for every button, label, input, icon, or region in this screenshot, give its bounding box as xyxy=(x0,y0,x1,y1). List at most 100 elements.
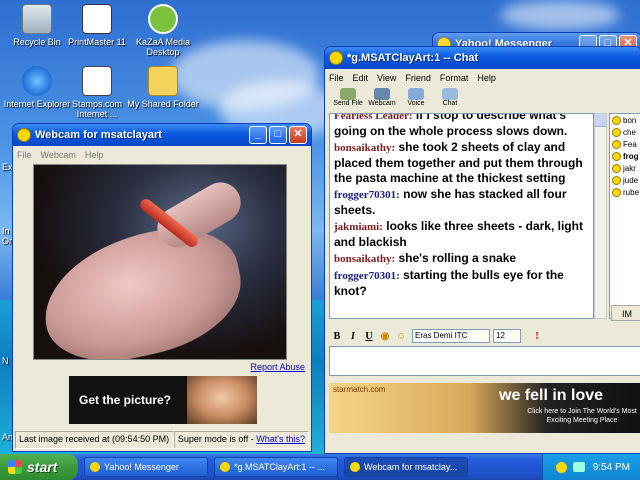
chat-toolbar: Send File Webcam Voice Chat xyxy=(325,87,640,111)
desktop-icon-stamps[interactable]: Stamps.com Internet ... xyxy=(60,66,134,119)
status-super-mode: Super mode is off - What's this? xyxy=(173,431,309,449)
chat-message: bonsaikathy: she took 2 sheets of clay a… xyxy=(334,140,589,186)
menu-webcam[interactable]: Webcam xyxy=(41,150,76,160)
user-name: jude xyxy=(623,175,639,185)
user-name: Fea xyxy=(623,139,637,149)
italic-button[interactable]: I xyxy=(345,331,361,342)
taskbar-item-webcam[interactable]: Webcam for msatclay... xyxy=(344,457,468,477)
menu-format[interactable]: Format xyxy=(440,73,469,83)
task-label: *g.MSATClayArt:1 -- ... xyxy=(234,462,325,472)
network-icon[interactable] xyxy=(572,462,585,472)
color-palette-icon[interactable]: ◉ xyxy=(377,331,393,342)
chat-button[interactable]: Chat xyxy=(433,87,467,111)
chat-message: Fearless Leader: If I stop to describe w… xyxy=(334,113,589,139)
super-mode-text: Super mode is off - xyxy=(177,434,254,444)
banner-site: starmatch.com xyxy=(333,385,386,394)
menu-view[interactable]: View xyxy=(377,73,396,83)
user-list-item[interactable]: jude xyxy=(610,174,640,186)
chat-messages[interactable]: Fearless Leader: If I stop to describe w… xyxy=(329,113,594,319)
user-list-item[interactable]: frog xyxy=(610,150,640,162)
chat-message: bonsaikathy: she's rolling a snake xyxy=(334,251,589,267)
send-file-button[interactable]: Send File xyxy=(331,87,365,111)
banner-headline: we fell in love xyxy=(499,387,604,404)
chat-message: frogger70301: starting the bulls eye for… xyxy=(334,268,589,299)
chat-window[interactable]: *g.MSATClayArt:1 -- Chat File Edit View … xyxy=(324,46,640,454)
desktop-icon-kazaa[interactable]: KaZaA Media Desktop xyxy=(126,4,200,57)
window-title: *g.MSATClayArt:1 -- Chat xyxy=(347,52,479,64)
bold-button[interactable]: B xyxy=(329,331,345,342)
user-list-item[interactable]: bon xyxy=(610,114,640,126)
titlebar[interactable]: Webcam for msatclayart _ □ ✕ xyxy=(13,124,311,146)
tool-label: Webcam xyxy=(368,100,396,107)
alert-icon[interactable]: ! xyxy=(529,331,545,342)
start-label: start xyxy=(27,459,58,475)
kazaa-icon xyxy=(148,4,178,34)
user-list[interactable]: bon che Fea frog jakr jude rube xyxy=(609,113,640,319)
system-tray: 9:54 PM xyxy=(542,454,640,480)
starmatch-banner[interactable]: starmatch.com we fell in love Click here… xyxy=(329,383,640,433)
message-sender: jakmiami: xyxy=(334,221,383,233)
message-sender: frogger70301: xyxy=(334,189,400,201)
smiley-icon xyxy=(612,187,621,197)
scroll-up-arrow[interactable] xyxy=(595,114,606,127)
menu-help[interactable]: Help xyxy=(477,73,496,83)
minimize-button[interactable]: _ xyxy=(249,126,267,144)
webcam-icon xyxy=(374,88,390,100)
user-list-item[interactable]: rube xyxy=(610,186,640,198)
yahoo-smiley-icon xyxy=(350,462,360,472)
ad-image xyxy=(187,376,257,424)
report-abuse-link[interactable]: Report Abuse xyxy=(250,362,305,372)
user-list-item[interactable]: jakr xyxy=(610,162,640,174)
taskbar-item-chat[interactable]: *g.MSATClayArt:1 -- ... xyxy=(214,457,338,477)
close-button[interactable]: ✕ xyxy=(289,126,307,144)
chat-message: frogger70301: now she has stacked all fo… xyxy=(334,187,589,218)
start-button[interactable]: start xyxy=(0,454,78,480)
window-title: Webcam for msatclayart xyxy=(35,129,162,141)
yahoo-smiley-icon xyxy=(329,51,343,65)
emoticon-icon[interactable]: ☺ xyxy=(393,331,409,342)
menu-file[interactable]: File xyxy=(17,150,32,160)
task-label: Yahoo! Messenger xyxy=(104,462,179,472)
chat-message: jakmiami: looks like three sheets - dark… xyxy=(334,219,589,250)
menu-edit[interactable]: Edit xyxy=(353,73,369,83)
yahoo-tray-icon[interactable] xyxy=(555,461,567,473)
message-sender: Fearless Leader: xyxy=(334,113,413,122)
smiley-icon xyxy=(612,127,621,137)
im-button[interactable]: IM xyxy=(611,305,640,321)
user-list-item[interactable]: Fea xyxy=(610,138,640,150)
smiley-icon xyxy=(612,151,621,161)
status-last-image: Last image received at (09:54:50 PM) xyxy=(15,431,174,449)
menu-friend[interactable]: Friend xyxy=(405,73,431,83)
message-sender: bonsaikathy: xyxy=(334,253,396,265)
messages-scrollbar[interactable] xyxy=(594,113,607,319)
status-bar: Last image received at (09:54:50 PM) Sup… xyxy=(15,431,309,449)
titlebar[interactable]: *g.MSATClayArt:1 -- Chat xyxy=(325,47,640,69)
desktop-icon-shared-folder[interactable]: My Shared Folder xyxy=(126,66,200,109)
tool-label: Send File xyxy=(333,100,363,107)
voice-button[interactable]: Voice xyxy=(399,87,433,111)
desktop-icon-label: PrintMaster 11 xyxy=(68,37,126,47)
message-sender: bonsaikathy: xyxy=(334,142,396,154)
message-input[interactable] xyxy=(329,346,640,376)
maximize-button[interactable]: □ xyxy=(269,126,287,144)
internet-explorer-icon xyxy=(22,66,52,96)
menu-help[interactable]: Help xyxy=(85,150,104,160)
cloud xyxy=(500,0,620,30)
font-select[interactable]: Eras Demi ITC xyxy=(412,329,490,343)
user-name: che xyxy=(623,127,636,137)
webcam-window[interactable]: Webcam for msatclayart _ □ ✕ File Webcam… xyxy=(12,123,312,452)
whats-this-link[interactable]: What's this? xyxy=(256,434,305,444)
stamps-icon xyxy=(82,66,112,96)
desktop-icon-label: My Shared Folder xyxy=(127,99,199,109)
webcam-icon xyxy=(17,128,31,142)
clock[interactable]: 9:54 PM xyxy=(593,462,630,473)
menu-file[interactable]: File xyxy=(329,73,344,83)
taskbar-item-yahoo-messenger[interactable]: Yahoo! Messenger xyxy=(84,457,208,477)
font-size-select[interactable]: 12 xyxy=(493,329,521,343)
desktop-icon-label: KaZaA Media Desktop xyxy=(135,37,191,57)
desktop-icon-printmaster[interactable]: PrintMaster 11 xyxy=(60,4,134,47)
user-list-item[interactable]: che xyxy=(610,126,640,138)
webcam-button[interactable]: Webcam xyxy=(365,87,399,111)
webcam-ad-banner[interactable]: Get the picture? xyxy=(69,376,257,424)
underline-button[interactable]: U xyxy=(361,331,377,342)
